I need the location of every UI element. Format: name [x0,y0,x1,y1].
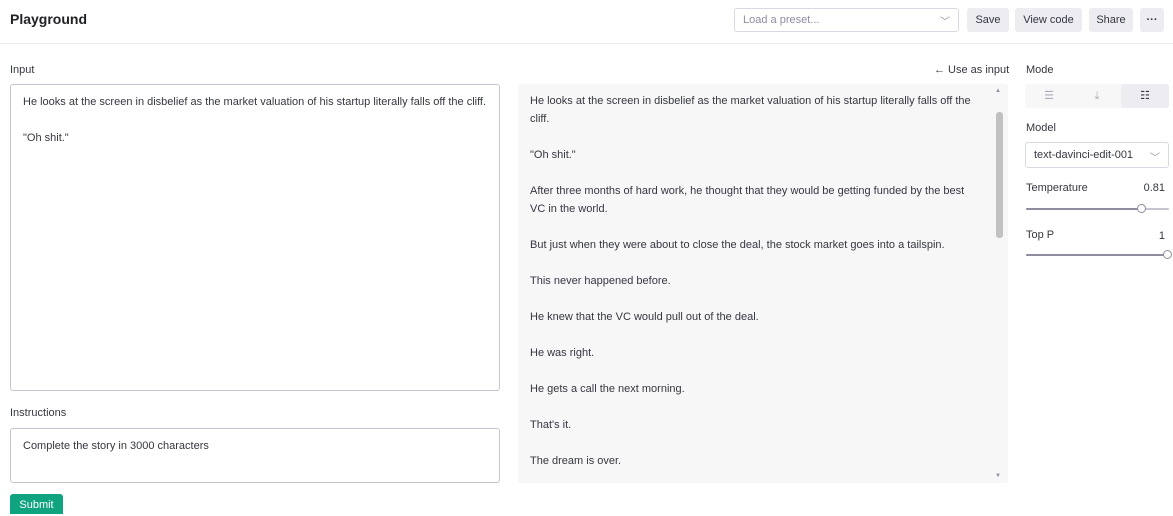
temperature-value: 0.81 [1143,182,1165,194]
output-paragraph: This never happened before. [530,275,671,287]
more-options-button[interactable]: ··· [1140,8,1164,32]
chevron-down-icon: ﹀ [1150,153,1160,164]
complete-mode-icon[interactable]: ☰ [1025,84,1073,108]
model-select[interactable]: text-davinci-edit-001 ﹀ [1025,142,1169,168]
slider-fill [1026,254,1164,256]
temperature-label: Temperature [1026,182,1088,194]
instructions-label: Instructions [10,407,67,419]
output-paragraph: That's it. [530,419,572,431]
output-paragraph: He knew that the VC would pull out of th… [530,311,759,323]
output-paragraph: But just when they were about to close t… [530,239,945,251]
mode-label: Mode [1026,64,1054,76]
use-as-input-link[interactable]: ← Use as input [934,64,1009,76]
share-button[interactable]: Share [1089,8,1133,32]
input-paragraph: "Oh shit." [23,132,69,144]
instructions-value: Complete the story in 3000 characters [23,440,209,452]
output-paragraph: After three months of hard work, he thou… [530,185,965,215]
top-bar: Playground Load a preset... ﹀ Save View … [0,0,1173,44]
view-code-button[interactable]: View code [1015,8,1082,32]
output-paragraph: The dream is over. [530,455,622,467]
temperature-slider[interactable] [1026,204,1169,214]
input-label: Input [10,64,35,76]
preset-placeholder: Load a preset... [743,14,820,26]
top-p-slider[interactable] [1026,250,1172,260]
output-paragraph: "Oh shit." [530,149,576,161]
input-textarea[interactable]: He looks at the screen in disbelief as t… [10,84,500,391]
top-p-value: 1 [1158,230,1165,242]
edit-mode-icon[interactable]: ☷ [1121,84,1169,108]
output-panel[interactable]: He looks at the screen in disbelief as t… [518,84,1008,483]
instructions-textarea[interactable]: Complete the story in 3000 characters [10,428,500,483]
scroll-up-icon[interactable]: ▲ [995,88,1001,94]
model-value: text-davinci-edit-001 [1034,149,1134,161]
save-button[interactable]: Save [967,8,1009,32]
scrollbar-thumb[interactable] [996,112,1003,238]
input-paragraph: He looks at the screen in disbelief as t… [23,96,487,108]
insert-mode-icon[interactable]: ⤓ [1073,84,1121,108]
output-paragraph: He was right. [530,347,595,359]
slider-handle[interactable] [1137,204,1146,213]
mode-selector: ☰ ⤓ ☷ [1025,84,1169,108]
submit-button[interactable]: Submit [10,494,63,514]
scroll-down-icon[interactable]: ▼ [995,473,1001,479]
output-paragraph: He gets a call the next morning. [530,383,685,395]
slider-handle[interactable] [1163,250,1172,259]
model-label: Model [1026,122,1056,134]
output-scrollbar[interactable]: ▲ ▼ [993,86,1005,481]
output-paragraph: He looks at the screen in disbelief as t… [530,95,971,125]
slider-fill [1026,208,1138,210]
chevron-down-icon: ﹀ [940,17,950,28]
preset-select[interactable]: Load a preset... ﹀ [734,8,959,32]
page-title: Playground [10,11,88,27]
top-p-label: Top P [1026,229,1055,241]
